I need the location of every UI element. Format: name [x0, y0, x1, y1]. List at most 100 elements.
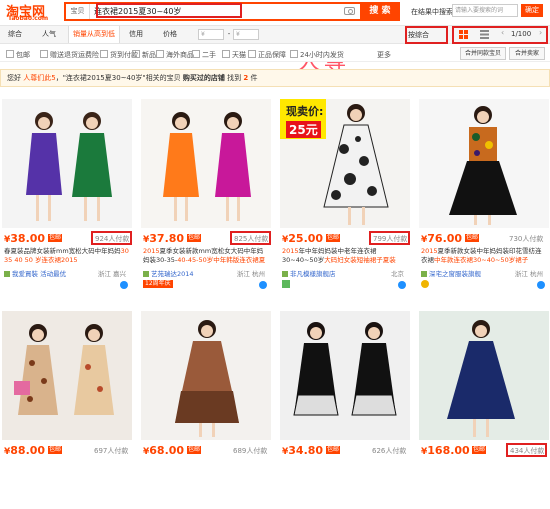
sort-credit[interactable]: 信用: [124, 26, 148, 43]
chat-icon[interactable]: [259, 281, 267, 289]
notice-mid1: ，"连衣裙2015夏30~40岁"相关的宝贝: [55, 74, 181, 82]
chat-icon[interactable]: [120, 281, 128, 289]
free-shipping-badge: 包邮: [465, 234, 480, 242]
product-price: ¥25.00: [282, 232, 323, 245]
product-title[interactable]: 2015年中年妈妈装中老年连衣裙30~40~50岁大码妇女装短袖裙子夏装: [282, 247, 408, 265]
notice-count: 2: [243, 74, 249, 82]
header: 淘宝网 Taobao.com 宝贝 连衣裙2015夏30~40岁 搜 索 在结果…: [0, 0, 550, 24]
price-max-input[interactable]: ¥: [233, 29, 259, 40]
anniversary-tag: 12周年庆: [143, 280, 173, 288]
promo-tags: [282, 280, 290, 290]
title-keyword-1: 2015: [421, 247, 438, 255]
shop-name[interactable]: 深宅之窗服装旗舰: [421, 268, 481, 278]
free-shipping-badge: 包邮: [472, 446, 487, 454]
list-view-icon[interactable]: [480, 30, 489, 39]
product-image[interactable]: [419, 99, 549, 228]
grid-view-icon[interactable]: [459, 30, 468, 39]
filter-24h-ship[interactable]: 24小时内发货: [290, 50, 344, 60]
price-value: 37.80: [149, 232, 185, 245]
search-button[interactable]: 搜 索: [360, 2, 400, 21]
product-title[interactable]: 2015夏季女装新款mm宽松女大码中年妈妈装30-35-40-45-50岁中年韩…: [143, 247, 269, 265]
chat-icon[interactable]: [537, 281, 545, 289]
sales-highlight: [506, 443, 547, 457]
sales-count: 626人付款: [372, 447, 407, 455]
filter-genuine[interactable]: 正品保障: [248, 50, 286, 60]
page-prev-button[interactable]: ‹: [501, 28, 504, 37]
product-image[interactable]: [141, 311, 271, 440]
default-sort-dropdown[interactable]: 按综合: [408, 29, 444, 41]
price-value: 68.00: [149, 444, 185, 457]
product-card-8[interactable]: ¥168.00 包邮 434人付款: [419, 311, 549, 509]
title-keyword-2: 40-45-50岁中年韩版连衣裙夏: [177, 256, 266, 264]
merge-seller-button[interactable]: 合并卖家: [509, 47, 545, 60]
product-card-3[interactable]: 现卖价: 25元 ¥25.00 包邮 799人付款 2015年中年妈妈装中老年连…: [280, 99, 410, 297]
free-shipping-badge: 包邮: [326, 446, 341, 454]
sales-highlight: [91, 231, 132, 245]
product-title[interactable]: 2015夏季新款女装中年妈妈装印花雪纺连衣裙中年款连衣裙30~40~50岁裙子: [421, 247, 547, 265]
sales-highlight: [230, 231, 271, 245]
filter-overseas[interactable]: 海外商品: [156, 50, 194, 60]
product-image[interactable]: [280, 311, 410, 440]
free-shipping-badge: 包邮: [48, 446, 63, 454]
product-card-2[interactable]: ¥37.80 包邮 825人付款 2015夏季女装新款mm宽松女大码中年妈妈装3…: [141, 99, 271, 297]
shop-location: 浙江 嘉兴: [97, 270, 126, 278]
price-min-input[interactable]: ¥: [198, 29, 224, 40]
product-card-4[interactable]: ¥76.00 包邮 730人付款 2015夏季新款女装中年妈妈装印花雪纺连衣裙中…: [419, 99, 549, 297]
product-card-5[interactable]: ¥88.00 包邮 697人付款: [2, 311, 132, 509]
filter-bar: 包邮 赠送退货运费险 货到付款 新品 海外商品 二手 天猫 正品保障 24小时内…: [0, 45, 550, 62]
merge-same-button[interactable]: 合并同款宝贝: [460, 47, 506, 60]
product-price: ¥68.00: [143, 444, 184, 457]
shop-name[interactable]: 我爱買裝 活动最优: [4, 268, 66, 278]
product-price: ¥168.00: [421, 444, 470, 457]
taobao-logo-sub: Taobao.com: [8, 15, 49, 22]
confirm-button[interactable]: 确定: [521, 4, 543, 17]
shop-location: 北京: [391, 270, 404, 278]
promo-tags: [421, 280, 429, 290]
price-value: 168.00: [427, 444, 470, 457]
sales-count: 730人付款: [509, 235, 544, 243]
filter-new[interactable]: 新品: [132, 50, 156, 60]
search-query-highlight: [96, 3, 242, 18]
notice-user[interactable]: 人尊们此5: [23, 74, 55, 82]
free-shipping-badge: 包邮: [187, 234, 202, 242]
notice-suffix: 件: [250, 74, 258, 82]
sales-count: 697人付款: [94, 447, 129, 455]
shop-name[interactable]: 艺苑瑞达2014: [143, 268, 194, 278]
product-image[interactable]: [141, 99, 271, 228]
sort-price[interactable]: 价格: [158, 26, 182, 43]
free-shipping-badge: 包邮: [48, 234, 63, 242]
product-price: ¥76.00: [421, 232, 462, 245]
shop-name[interactable]: 非凡模樣旗舰店: [282, 268, 336, 278]
search-bar: 宝贝 连衣裙2015夏30~40岁 搜 索: [64, 2, 400, 21]
product-title[interactable]: 春夏装品牌女装新mm宽松大码中年妈妈30 35 40 50 岁连衣裙2015: [4, 247, 130, 265]
product-card-6[interactable]: ¥68.00 包邮 689人付款: [141, 311, 271, 509]
filter-more[interactable]: 更多: [377, 50, 391, 60]
product-image[interactable]: [419, 311, 549, 440]
filter-second-hand[interactable]: 二手: [192, 50, 216, 60]
promo-label-text: 现卖价:: [286, 105, 324, 118]
notice-prefix: 您好: [7, 74, 21, 82]
product-card-7[interactable]: ¥34.80 包邮 626人付款: [280, 311, 410, 509]
in-result-input[interactable]: 请输入要搜索的词: [452, 4, 518, 17]
sort-popularity[interactable]: 人气: [36, 26, 62, 43]
filter-return-insurance[interactable]: 赠送退货运费险: [40, 50, 99, 60]
filter-free-shipping[interactable]: 包邮: [6, 50, 30, 60]
filter-tmall[interactable]: 天猫: [222, 50, 246, 60]
product-image[interactable]: [2, 99, 132, 228]
sort-composite[interactable]: 综合: [2, 26, 28, 43]
product-image[interactable]: 现卖价: 25元: [280, 99, 410, 228]
page-next-button[interactable]: ›: [539, 28, 542, 37]
sort-sales[interactable]: 销量从高到低: [68, 26, 120, 43]
camera-icon[interactable]: [344, 7, 355, 15]
price-value: 34.80: [288, 444, 324, 457]
price-value: 76.00: [427, 232, 463, 245]
notice-mid3: 找到: [227, 74, 242, 82]
notice-bar: 您好 人尊们此5，"连衣裙2015夏30~40岁"相关的宝贝 购买过的店铺 找到…: [0, 69, 550, 87]
product-price: ¥38.00: [4, 232, 45, 245]
title-keyword-1: 2015: [143, 247, 160, 255]
chat-icon[interactable]: [398, 281, 406, 289]
search-scope-select[interactable]: 宝贝: [66, 4, 90, 19]
product-card-1[interactable]: ¥38.00 包邮 924人付款 春夏装品牌女装新mm宽松大码中年妈妈30 35…: [2, 99, 132, 297]
shop-location: 浙江 杭州: [236, 270, 265, 278]
product-image[interactable]: [2, 311, 132, 440]
